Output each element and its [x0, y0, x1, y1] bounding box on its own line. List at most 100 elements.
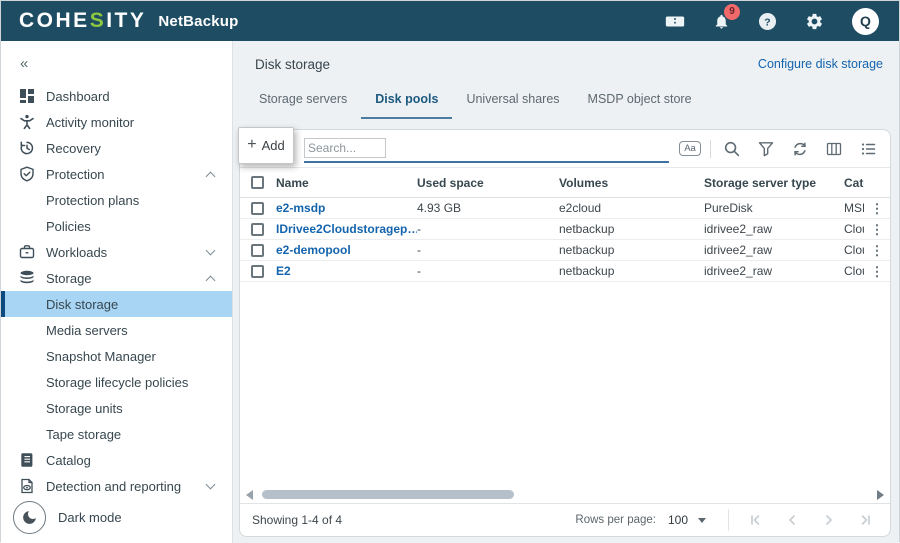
disk-pool-link[interactable]: e2-msdp [276, 201, 325, 215]
horizontal-scrollbar [240, 486, 890, 503]
column-header-used-space[interactable]: Used space [417, 176, 559, 190]
disk-pool-link[interactable]: e2-demopool [276, 243, 351, 257]
row-checkbox[interactable] [251, 265, 264, 278]
sidebar-item-protection[interactable]: Protection [1, 161, 232, 187]
tab-universal-shares[interactable]: Universal shares [452, 79, 573, 119]
row-checkbox[interactable] [251, 202, 264, 215]
sidebar-item-protection-plans[interactable]: Protection plans [1, 187, 232, 213]
columns-icon[interactable] [825, 141, 842, 157]
cohesity-logo: COHESITY [19, 9, 146, 33]
cell-used-space: - [417, 243, 559, 257]
sidebar-item-storage-lifecycle-policies[interactable]: Storage lifecycle policies [1, 369, 232, 395]
ticket-icon[interactable] [665, 14, 685, 29]
row-checkbox[interactable] [251, 223, 264, 236]
dark-mode-toggle[interactable]: Dark mode [1, 497, 232, 537]
column-header-storage-server-type[interactable]: Storage server type [704, 176, 844, 190]
rows-per-page-value: 100 [668, 513, 688, 527]
sidebar-item-snapshot-manager[interactable]: Snapshot Manager [1, 343, 232, 369]
sidebar-item-label: Snapshot Manager [46, 349, 156, 364]
previous-page-icon[interactable] [786, 514, 798, 526]
next-page-icon[interactable] [823, 514, 835, 526]
sidebar-item-label: Policies [46, 219, 91, 234]
last-page-icon[interactable] [860, 514, 872, 526]
sidebar-item-catalog[interactable]: Catalog [1, 447, 232, 473]
activity-monitor-icon [19, 114, 36, 130]
match-case-toggle[interactable]: Aa [679, 141, 701, 156]
add-button[interactable]: + Add [238, 127, 294, 164]
catalog-book-icon [19, 452, 36, 468]
sidebar-item-media-servers[interactable]: Media servers [1, 317, 232, 343]
filter-funnel-icon[interactable] [757, 141, 774, 157]
first-page-icon[interactable] [749, 514, 761, 526]
tab-disk-pools[interactable]: Disk pools [361, 79, 452, 119]
tab-bar: Storage servers Disk pools Universal sha… [233, 79, 899, 119]
refresh-icon[interactable] [791, 141, 808, 157]
chevron-down-icon [206, 480, 216, 490]
scroll-right-arrow-icon[interactable] [877, 490, 884, 500]
tab-msdp-object-store[interactable]: MSDP object store [574, 79, 706, 119]
sidebar-item-disk-storage[interactable]: Disk storage [1, 291, 232, 317]
row-menu-kebab-icon[interactable]: ⋮ [871, 223, 884, 236]
sidebar-item-label: Activity monitor [46, 115, 134, 130]
column-header-category[interactable]: Category [844, 176, 864, 190]
cell-storage-server-type: idrivee2_raw [704, 264, 844, 278]
plus-icon: + [247, 136, 256, 154]
select-all-checkbox[interactable] [251, 176, 264, 189]
configure-disk-storage-link[interactable]: Configure disk storage [758, 57, 883, 71]
top-bar: COHESITY NetBackup 9 ? Q [1, 1, 899, 41]
row-checkbox[interactable] [251, 244, 264, 257]
column-header-name[interactable]: Name [276, 176, 417, 190]
moon-icon [13, 501, 46, 534]
cell-storage-server-type: idrivee2_raw [704, 222, 844, 236]
table-row: E2 - netbackup idrivee2_raw Cloud ⋮ [240, 261, 890, 282]
cell-category: Cloud [844, 264, 864, 278]
sidebar-item-dashboard[interactable]: Dashboard [1, 83, 232, 109]
cell-volumes: e2cloud [559, 201, 704, 215]
table-row: IDrivee2Cloudstoragep… - netbackup idriv… [240, 219, 890, 240]
scroll-left-arrow-icon[interactable] [246, 490, 253, 500]
search-field [304, 135, 669, 163]
chevron-up-icon [206, 171, 216, 181]
scrollbar-track[interactable] [260, 490, 870, 499]
brand-part2: ITY [106, 9, 146, 33]
caret-down-icon [698, 518, 706, 523]
notifications-bell-icon[interactable]: 9 [713, 12, 730, 31]
disk-pool-link[interactable]: E2 [276, 264, 291, 278]
column-header-volumes[interactable]: Volumes [559, 176, 704, 190]
row-density-icon[interactable] [859, 141, 876, 157]
rows-per-page-label: Rows per page: [575, 514, 656, 526]
sidebar-item-label: Catalog [46, 453, 91, 468]
cell-storage-server-type: idrivee2_raw [704, 243, 844, 257]
cell-volumes: netbackup [559, 222, 704, 236]
rows-per-page-select[interactable]: 100 [656, 513, 706, 527]
search-input[interactable] [304, 138, 386, 158]
page-title: Disk storage [255, 57, 330, 72]
protection-shield-icon [19, 166, 36, 182]
search-icon[interactable] [723, 141, 740, 157]
tab-storage-servers[interactable]: Storage servers [245, 79, 361, 119]
footer-divider [728, 509, 729, 531]
sidebar-item-tape-storage[interactable]: Tape storage [1, 421, 232, 447]
user-avatar[interactable]: Q [852, 8, 879, 35]
svg-text:?: ? [764, 17, 770, 28]
row-menu-kebab-icon[interactable]: ⋮ [871, 244, 884, 257]
disk-pool-link[interactable]: IDrivee2Cloudstoragep… [276, 222, 417, 236]
sidebar-item-label: Workloads [46, 245, 107, 260]
scrollbar-thumb[interactable] [262, 490, 514, 499]
sidebar-collapse-button[interactable]: « [1, 51, 232, 75]
sidebar: « Dashboard Activity monitor Recovery Pr… [1, 41, 233, 543]
help-icon[interactable]: ? [758, 12, 777, 31]
cell-used-space: - [417, 264, 559, 278]
sidebar-item-label: Recovery [46, 141, 101, 156]
sidebar-item-workloads[interactable]: Workloads [1, 239, 232, 265]
sidebar-item-storage-units[interactable]: Storage units [1, 395, 232, 421]
row-menu-kebab-icon[interactable]: ⋮ [871, 202, 884, 215]
sidebar-item-policies[interactable]: Policies [1, 213, 232, 239]
sidebar-item-detection-and-reporting[interactable]: Detection and reporting [1, 473, 232, 499]
cell-volumes: netbackup [559, 243, 704, 257]
row-menu-kebab-icon[interactable]: ⋮ [871, 265, 884, 278]
sidebar-item-activity-monitor[interactable]: Activity monitor [1, 109, 232, 135]
sidebar-item-recovery[interactable]: Recovery [1, 135, 232, 161]
sidebar-item-storage[interactable]: Storage [1, 265, 232, 291]
settings-gear-icon[interactable] [805, 12, 824, 31]
